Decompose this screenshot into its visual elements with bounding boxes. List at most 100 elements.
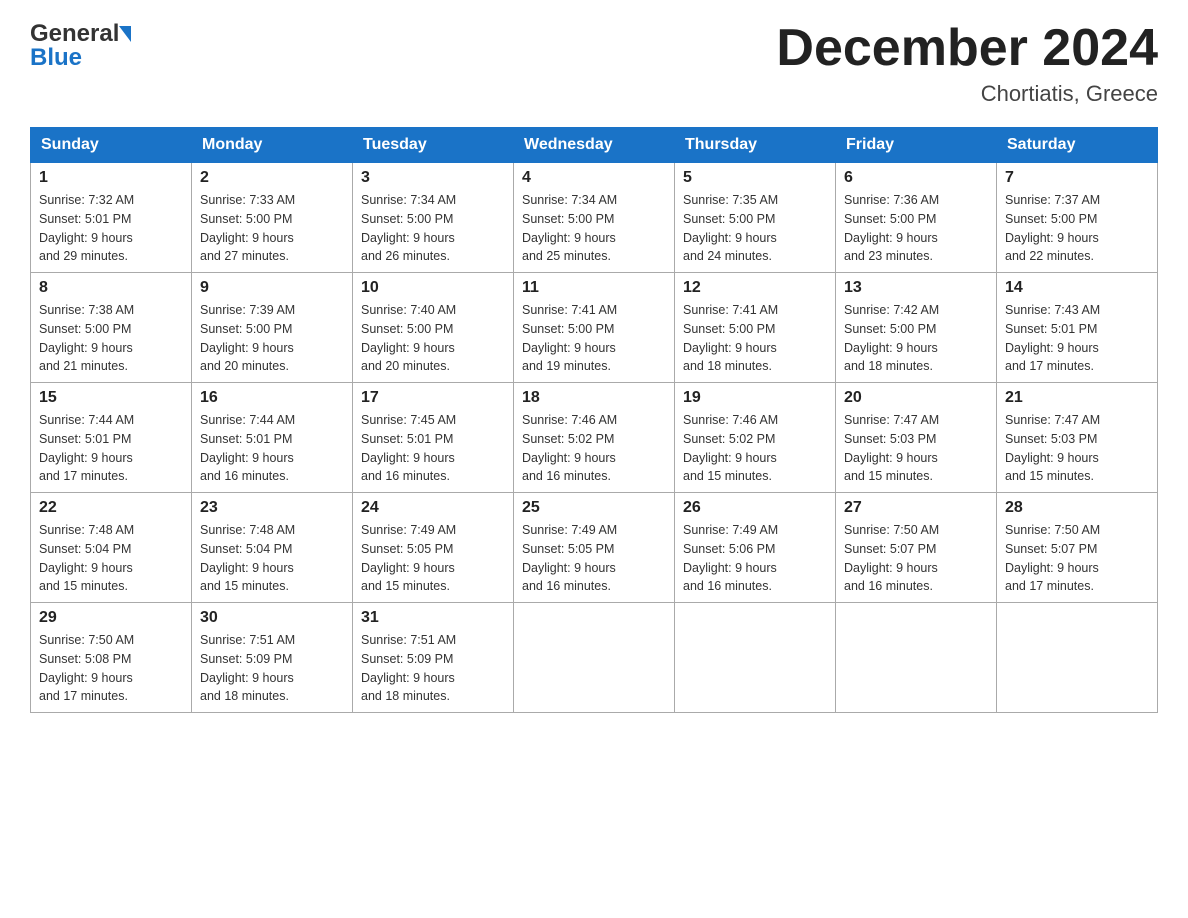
- day-number: 23: [200, 499, 344, 517]
- calendar-week-row: 1 Sunrise: 7:32 AM Sunset: 5:01 PM Dayli…: [31, 163, 1158, 273]
- day-info: Sunrise: 7:41 AM Sunset: 5:00 PM Dayligh…: [683, 301, 827, 376]
- calendar-cell: 12 Sunrise: 7:41 AM Sunset: 5:00 PM Dayl…: [675, 273, 836, 383]
- calendar-cell: 23 Sunrise: 7:48 AM Sunset: 5:04 PM Dayl…: [192, 493, 353, 603]
- day-info: Sunrise: 7:45 AM Sunset: 5:01 PM Dayligh…: [361, 411, 505, 486]
- calendar-cell: 22 Sunrise: 7:48 AM Sunset: 5:04 PM Dayl…: [31, 493, 192, 603]
- calendar-cell: 3 Sunrise: 7:34 AM Sunset: 5:00 PM Dayli…: [353, 163, 514, 273]
- logo-arrow-icon: [119, 26, 131, 42]
- day-info: Sunrise: 7:42 AM Sunset: 5:00 PM Dayligh…: [844, 301, 988, 376]
- calendar-cell: 27 Sunrise: 7:50 AM Sunset: 5:07 PM Dayl…: [836, 493, 997, 603]
- day-info: Sunrise: 7:50 AM Sunset: 5:07 PM Dayligh…: [1005, 521, 1149, 596]
- day-info: Sunrise: 7:49 AM Sunset: 5:05 PM Dayligh…: [522, 521, 666, 596]
- day-number: 15: [39, 389, 183, 407]
- day-number: 2: [200, 169, 344, 187]
- calendar-cell: [514, 603, 675, 713]
- day-number: 9: [200, 279, 344, 297]
- day-number: 28: [1005, 499, 1149, 517]
- day-info: Sunrise: 7:43 AM Sunset: 5:01 PM Dayligh…: [1005, 301, 1149, 376]
- day-number: 31: [361, 609, 505, 627]
- calendar-cell: 20 Sunrise: 7:47 AM Sunset: 5:03 PM Dayl…: [836, 383, 997, 493]
- day-number: 30: [200, 609, 344, 627]
- day-number: 26: [683, 499, 827, 517]
- day-info: Sunrise: 7:32 AM Sunset: 5:01 PM Dayligh…: [39, 191, 183, 266]
- calendar-cell: 19 Sunrise: 7:46 AM Sunset: 5:02 PM Dayl…: [675, 383, 836, 493]
- day-number: 13: [844, 279, 988, 297]
- day-number: 25: [522, 499, 666, 517]
- calendar-cell: 28 Sunrise: 7:50 AM Sunset: 5:07 PM Dayl…: [997, 493, 1158, 603]
- calendar-cell: 29 Sunrise: 7:50 AM Sunset: 5:08 PM Dayl…: [31, 603, 192, 713]
- month-title: December 2024: [776, 20, 1158, 77]
- day-number: 29: [39, 609, 183, 627]
- header-saturday: Saturday: [997, 128, 1158, 163]
- header-tuesday: Tuesday: [353, 128, 514, 163]
- day-info: Sunrise: 7:33 AM Sunset: 5:00 PM Dayligh…: [200, 191, 344, 266]
- day-info: Sunrise: 7:48 AM Sunset: 5:04 PM Dayligh…: [200, 521, 344, 596]
- day-info: Sunrise: 7:34 AM Sunset: 5:00 PM Dayligh…: [522, 191, 666, 266]
- header-thursday: Thursday: [675, 128, 836, 163]
- calendar-cell: 11 Sunrise: 7:41 AM Sunset: 5:00 PM Dayl…: [514, 273, 675, 383]
- day-info: Sunrise: 7:48 AM Sunset: 5:04 PM Dayligh…: [39, 521, 183, 596]
- day-number: 3: [361, 169, 505, 187]
- calendar-cell: [997, 603, 1158, 713]
- day-number: 1: [39, 169, 183, 187]
- day-info: Sunrise: 7:51 AM Sunset: 5:09 PM Dayligh…: [361, 631, 505, 706]
- day-info: Sunrise: 7:36 AM Sunset: 5:00 PM Dayligh…: [844, 191, 988, 266]
- calendar-cell: 25 Sunrise: 7:49 AM Sunset: 5:05 PM Dayl…: [514, 493, 675, 603]
- header-friday: Friday: [836, 128, 997, 163]
- day-number: 24: [361, 499, 505, 517]
- location-title: Chortiatis, Greece: [776, 81, 1158, 107]
- calendar-week-row: 29 Sunrise: 7:50 AM Sunset: 5:08 PM Dayl…: [31, 603, 1158, 713]
- day-number: 20: [844, 389, 988, 407]
- day-info: Sunrise: 7:46 AM Sunset: 5:02 PM Dayligh…: [683, 411, 827, 486]
- header-monday: Monday: [192, 128, 353, 163]
- calendar-cell: 17 Sunrise: 7:45 AM Sunset: 5:01 PM Dayl…: [353, 383, 514, 493]
- day-info: Sunrise: 7:39 AM Sunset: 5:00 PM Dayligh…: [200, 301, 344, 376]
- calendar-cell: 16 Sunrise: 7:44 AM Sunset: 5:01 PM Dayl…: [192, 383, 353, 493]
- day-info: Sunrise: 7:44 AM Sunset: 5:01 PM Dayligh…: [200, 411, 344, 486]
- day-number: 5: [683, 169, 827, 187]
- day-number: 8: [39, 279, 183, 297]
- calendar-cell: 6 Sunrise: 7:36 AM Sunset: 5:00 PM Dayli…: [836, 163, 997, 273]
- day-number: 21: [1005, 389, 1149, 407]
- day-number: 6: [844, 169, 988, 187]
- day-number: 14: [1005, 279, 1149, 297]
- day-info: Sunrise: 7:49 AM Sunset: 5:06 PM Dayligh…: [683, 521, 827, 596]
- page-header: General Blue December 2024 Chortiatis, G…: [30, 20, 1158, 107]
- calendar-cell: 13 Sunrise: 7:42 AM Sunset: 5:00 PM Dayl…: [836, 273, 997, 383]
- calendar-cell: 10 Sunrise: 7:40 AM Sunset: 5:00 PM Dayl…: [353, 273, 514, 383]
- logo-blue-text: Blue: [30, 44, 82, 72]
- calendar-cell: 2 Sunrise: 7:33 AM Sunset: 5:00 PM Dayli…: [192, 163, 353, 273]
- day-number: 11: [522, 279, 666, 297]
- day-number: 17: [361, 389, 505, 407]
- calendar-cell: 21 Sunrise: 7:47 AM Sunset: 5:03 PM Dayl…: [997, 383, 1158, 493]
- calendar-cell: 8 Sunrise: 7:38 AM Sunset: 5:00 PM Dayli…: [31, 273, 192, 383]
- day-info: Sunrise: 7:50 AM Sunset: 5:07 PM Dayligh…: [844, 521, 988, 596]
- day-number: 7: [1005, 169, 1149, 187]
- day-info: Sunrise: 7:40 AM Sunset: 5:00 PM Dayligh…: [361, 301, 505, 376]
- calendar-cell: 26 Sunrise: 7:49 AM Sunset: 5:06 PM Dayl…: [675, 493, 836, 603]
- header-wednesday: Wednesday: [514, 128, 675, 163]
- calendar-cell: 4 Sunrise: 7:34 AM Sunset: 5:00 PM Dayli…: [514, 163, 675, 273]
- day-info: Sunrise: 7:46 AM Sunset: 5:02 PM Dayligh…: [522, 411, 666, 486]
- day-number: 22: [39, 499, 183, 517]
- calendar-cell: 30 Sunrise: 7:51 AM Sunset: 5:09 PM Dayl…: [192, 603, 353, 713]
- day-info: Sunrise: 7:41 AM Sunset: 5:00 PM Dayligh…: [522, 301, 666, 376]
- calendar-cell: 9 Sunrise: 7:39 AM Sunset: 5:00 PM Dayli…: [192, 273, 353, 383]
- day-number: 18: [522, 389, 666, 407]
- day-number: 12: [683, 279, 827, 297]
- calendar-cell: [836, 603, 997, 713]
- day-number: 10: [361, 279, 505, 297]
- calendar-cell: 7 Sunrise: 7:37 AM Sunset: 5:00 PM Dayli…: [997, 163, 1158, 273]
- day-info: Sunrise: 7:37 AM Sunset: 5:00 PM Dayligh…: [1005, 191, 1149, 266]
- day-info: Sunrise: 7:50 AM Sunset: 5:08 PM Dayligh…: [39, 631, 183, 706]
- day-info: Sunrise: 7:51 AM Sunset: 5:09 PM Dayligh…: [200, 631, 344, 706]
- calendar-cell: [675, 603, 836, 713]
- calendar-cell: 1 Sunrise: 7:32 AM Sunset: 5:01 PM Dayli…: [31, 163, 192, 273]
- day-number: 19: [683, 389, 827, 407]
- logo: General Blue: [30, 20, 131, 72]
- day-info: Sunrise: 7:35 AM Sunset: 5:00 PM Dayligh…: [683, 191, 827, 266]
- calendar-week-row: 15 Sunrise: 7:44 AM Sunset: 5:01 PM Dayl…: [31, 383, 1158, 493]
- day-number: 27: [844, 499, 988, 517]
- calendar-cell: 18 Sunrise: 7:46 AM Sunset: 5:02 PM Dayl…: [514, 383, 675, 493]
- calendar-cell: 14 Sunrise: 7:43 AM Sunset: 5:01 PM Dayl…: [997, 273, 1158, 383]
